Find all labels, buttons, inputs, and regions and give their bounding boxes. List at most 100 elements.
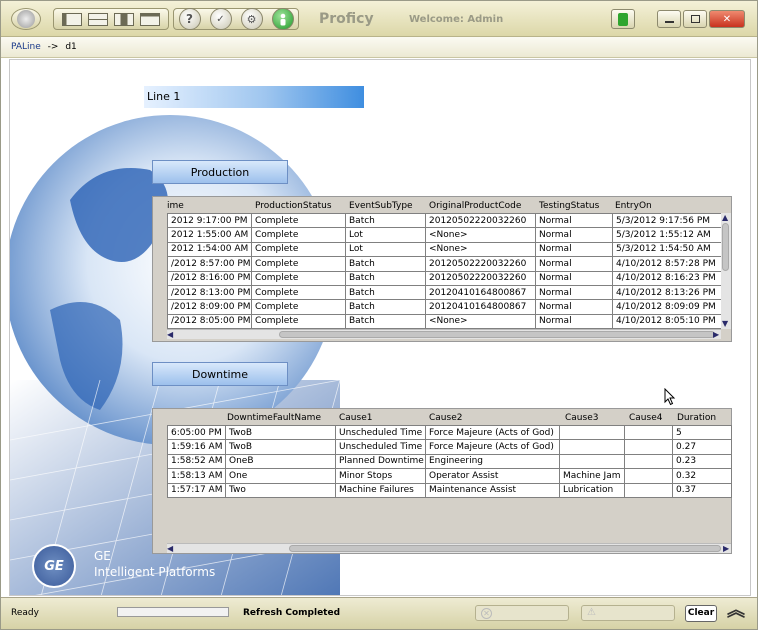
layout-1-icon[interactable] [62,12,82,26]
table-cell[interactable] [624,424,673,441]
expand-up-icon[interactable]: ︽ [727,600,745,622]
scroll-left-icon[interactable]: ◀ [167,331,173,339]
close-button[interactable]: ✕ [709,10,745,28]
scroll-right-icon[interactable]: ▶ [713,331,719,339]
table-cell[interactable]: Batch [345,270,426,286]
scroll-thumb[interactable] [289,545,721,552]
table-cell[interactable]: 0.23 [672,453,732,470]
table-cell[interactable]: Complete [251,241,346,258]
table-row[interactable]: 1:58:52 AM OneB Planned Downtime Engineerin… [167,453,732,470]
table-row[interactable]: 1:59:16 AM TwoB Unscheduled Time Force Maje… [167,439,732,455]
table-cell[interactable]: 1:57:17 AM [167,482,226,498]
downtime-horizontal-scrollbar[interactable]: ◀ ▶ [167,543,731,553]
table-cell[interactable] [624,482,673,498]
table-row[interactable]: /2012 8:16:00 PM Complete Batch 20120502220… [167,270,723,286]
table-cell[interactable]: 5/3/2012 1:55:12 AM [612,227,723,243]
table-cell[interactable]: TwoB [225,439,336,455]
col-header[interactable]: EventSubType [349,201,413,211]
table-row[interactable]: 2012 9:17:00 PM Complete Batch 201205022200… [167,212,723,229]
error-filter-box[interactable]: ✕ [475,605,569,621]
table-cell[interactable]: 0.37 [672,482,732,498]
table-cell[interactable]: Force Majeure (Acts of God) [425,439,560,455]
table-cell[interactable]: 5 [672,424,732,441]
table-cell[interactable]: Normal [535,241,613,258]
col-header[interactable]: OriginalProductCode [429,201,521,211]
table-cell[interactable]: /2012 8:13:00 PM [167,284,252,301]
table-cell[interactable]: Unscheduled Time [335,439,426,455]
col-header[interactable]: Cause4 [629,413,662,423]
table-cell[interactable]: 20120410164800867 [425,299,536,315]
table-cell[interactable]: <None> [425,227,536,243]
table-cell[interactable]: 20120502220032260 [425,270,536,286]
table-cell[interactable]: Normal [535,313,613,330]
layout-3-icon[interactable] [114,12,134,26]
table-cell[interactable]: 2012 1:54:00 AM [167,241,252,258]
table-cell[interactable]: Planned Downtime [335,453,426,470]
table-cell[interactable]: 20120410164800867 [425,284,536,301]
layout-4-icon[interactable] [140,12,160,26]
table-row[interactable]: /2012 8:05:00 PM Complete Batch <None> Norma… [167,313,723,330]
check-icon[interactable]: ✓ [209,8,232,30]
table-cell[interactable]: 6:05:00 PM [167,424,226,441]
table-cell[interactable]: 4/10/2012 8:13:26 PM [612,284,723,301]
app-menu-button[interactable] [11,8,41,30]
table-cell[interactable]: <None> [425,241,536,258]
table-cell[interactable]: Lot [345,227,426,243]
table-cell[interactable] [624,468,673,484]
table-cell[interactable]: 4/10/2012 8:05:10 PM [612,313,723,330]
table-cell[interactable]: Unscheduled Time [335,424,426,441]
table-cell[interactable]: Normal [535,284,613,301]
table-row[interactable]: 2012 1:55:00 AM Complete Lot <None> Normal 5/… [167,227,723,243]
table-cell[interactable]: Normal [535,270,613,286]
table-cell[interactable] [559,439,625,455]
table-row[interactable]: 1:57:17 AM Two Machine Failures Maintenance… [167,482,732,498]
table-cell[interactable] [624,439,673,455]
table-cell[interactable]: 1:59:16 AM [167,439,226,455]
table-cell[interactable]: One [225,468,336,484]
table-row[interactable]: 1:58:13 AM One Minor Stops Operator Assist M… [167,468,732,484]
table-cell[interactable]: Force Majeure (Acts of God) [425,424,560,441]
table-cell[interactable]: /2012 8:57:00 PM [167,256,252,272]
table-cell[interactable] [624,453,673,470]
scroll-thumb[interactable] [722,223,729,271]
breadcrumb-root[interactable]: PALine [11,42,41,52]
table-cell[interactable]: <None> [425,313,536,330]
table-cell[interactable]: Normal [535,212,613,229]
col-header[interactable]: DowntimeFaultName [227,413,321,423]
table-cell[interactable]: Engineering [425,453,560,470]
table-cell[interactable]: 4/10/2012 8:09:09 PM [612,299,723,315]
col-header[interactable]: Cause1 [339,413,372,423]
table-cell[interactable]: Minor Stops [335,468,426,484]
table-row[interactable]: 2012 1:54:00 AM Complete Lot <None> Normal 5/… [167,241,723,258]
table-cell[interactable]: Complete [251,227,346,243]
minimize-button[interactable] [657,10,681,28]
table-row[interactable]: 6:05:00 PM TwoB Unscheduled Time Force Maje… [167,424,732,441]
col-header[interactable]: EntryOn [615,201,652,211]
table-cell[interactable]: /2012 8:16:00 PM [167,270,252,286]
table-cell[interactable]: Maintenance Assist [425,482,560,498]
maximize-button[interactable] [683,10,707,28]
clear-button[interactable]: Clear [685,605,717,622]
col-header[interactable]: TestingStatus [539,201,599,211]
table-cell[interactable]: Normal [535,227,613,243]
table-cell[interactable]: 0.32 [672,468,732,484]
scroll-right-icon[interactable]: ▶ [723,545,729,553]
table-cell[interactable]: Lubrication [559,482,625,498]
scroll-left-icon[interactable]: ◀ [167,545,173,553]
scroll-up-icon[interactable]: ▲ [722,214,728,222]
help-icon[interactable]: ? [178,8,201,30]
table-cell[interactable]: Normal [535,299,613,315]
table-cell[interactable]: Complete [251,313,346,330]
table-cell[interactable]: Operator Assist [425,468,560,484]
table-cell[interactable]: 5/3/2012 9:17:56 PM [612,212,723,229]
table-cell[interactable]: Batch [345,313,426,330]
table-cell[interactable]: 20120502220032260 [425,256,536,272]
table-cell[interactable]: Complete [251,284,346,301]
col-header[interactable]: Cause3 [565,413,598,423]
table-row[interactable]: /2012 8:57:00 PM Complete Batch 20120502220… [167,256,723,272]
col-header[interactable]: ime [167,201,184,211]
col-header[interactable]: ProductionStatus [255,201,332,211]
production-horizontal-scrollbar[interactable]: ◀ ▶ [167,329,721,339]
table-cell[interactable]: Batch [345,299,426,315]
table-cell[interactable]: Complete [251,299,346,315]
